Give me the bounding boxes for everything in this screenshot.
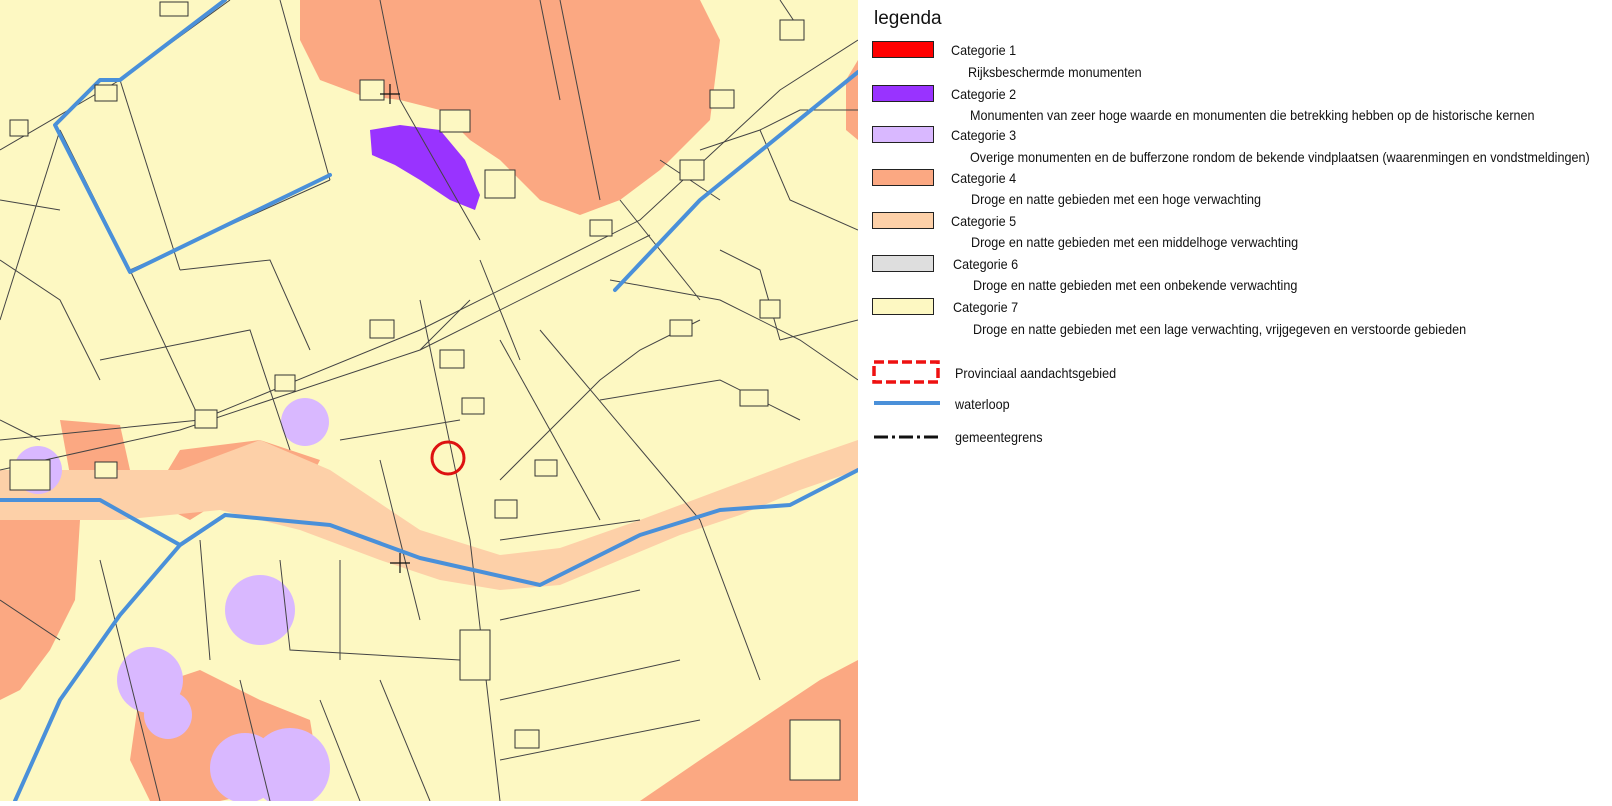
gemeentegrens-label: gemeentegrens	[955, 429, 1043, 445]
building	[459, 629, 491, 681]
map-canvas	[0, 0, 860, 806]
category-7-swatch	[872, 298, 934, 315]
building	[669, 319, 693, 337]
category-1-label: Categorie 1	[951, 42, 1017, 58]
category-2-label: Categorie 2	[951, 86, 1017, 102]
building	[369, 319, 395, 339]
building	[461, 397, 485, 415]
building	[759, 299, 781, 319]
category-3-circle	[281, 398, 329, 446]
building	[94, 84, 118, 102]
category-1-desc: Rijksbeschermde monumenten	[968, 64, 1142, 80]
building	[484, 169, 516, 199]
building	[9, 119, 29, 137]
building	[274, 374, 296, 392]
category-6-label: Categorie 6	[953, 256, 1019, 272]
building	[514, 729, 540, 749]
building	[589, 219, 613, 237]
legend-panel: legenda Categorie 1 Rijksbeschermde monu…	[858, 0, 1612, 801]
building	[494, 499, 518, 519]
category-4-desc: Droge en natte gebieden met een hoge ver…	[971, 191, 1262, 207]
provinciaal-aandachtsgebied-symbol	[872, 360, 940, 384]
provinciaal-aandachtsgebied-label: Provinciaal aandachtsgebied	[955, 365, 1117, 381]
waterloop-label: waterloop	[955, 396, 1010, 412]
building	[159, 1, 189, 17]
building	[359, 79, 385, 101]
gemeentegrens-symbol	[874, 435, 940, 439]
category-6-swatch	[872, 255, 934, 272]
category-5-label: Categorie 5	[951, 213, 1017, 229]
category-3-label: Categorie 3	[951, 127, 1017, 143]
category-3-circle	[144, 691, 192, 739]
building	[679, 159, 705, 181]
building	[439, 349, 465, 369]
waterloop-symbol	[874, 401, 940, 405]
building	[9, 459, 51, 491]
category-3-circle	[225, 575, 295, 645]
category-2-desc: Monumenten van zeer hoge waarde en monum…	[970, 107, 1535, 123]
category-6-desc: Droge en natte gebieden met een onbekend…	[973, 277, 1298, 293]
category-1-swatch	[872, 41, 934, 58]
category-3-circle	[210, 733, 280, 803]
building	[439, 109, 471, 133]
category-5-desc: Droge en natte gebieden met een middelho…	[971, 234, 1299, 250]
building	[789, 719, 841, 781]
legend-title: legenda	[874, 8, 942, 29]
category-7-label: Categorie 7	[953, 299, 1019, 315]
category-3-desc: Overige monumenten en de bufferzone rond…	[970, 149, 1590, 165]
building	[194, 409, 218, 429]
building	[94, 461, 118, 479]
map-view[interactable]	[0, 0, 860, 806]
category-4-label: Categorie 4	[951, 170, 1017, 186]
building	[779, 19, 805, 41]
category-4-swatch	[872, 169, 934, 186]
building	[534, 459, 558, 477]
building	[739, 389, 769, 407]
category-3-swatch	[872, 126, 934, 143]
category-7-desc: Droge en natte gebieden met een lage ver…	[973, 321, 1467, 337]
category-2-swatch	[872, 85, 934, 102]
building	[709, 89, 735, 109]
category-5-swatch	[872, 212, 934, 229]
